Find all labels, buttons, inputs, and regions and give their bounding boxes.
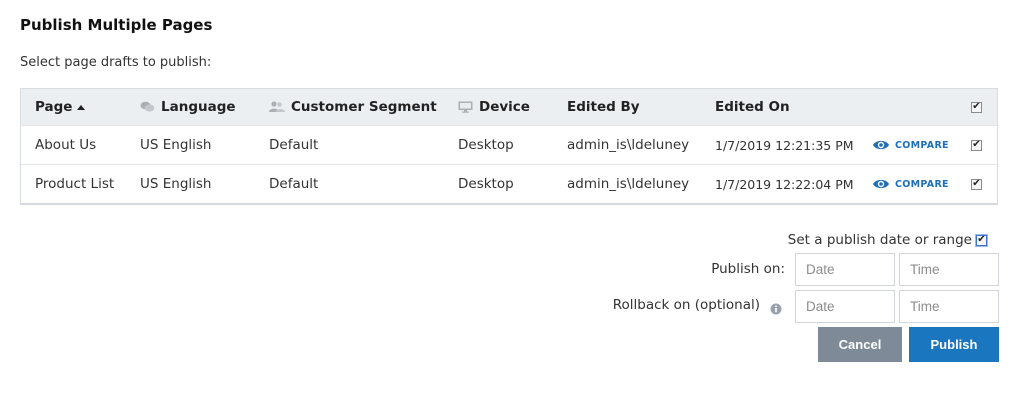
- cell-edited-by: admin_is\ldeluney: [567, 176, 690, 192]
- header-segment-label: Customer Segment: [291, 99, 437, 115]
- rollback-time-input[interactable]: [899, 290, 999, 323]
- row-select-cell: ✔: [971, 165, 982, 203]
- row-select-checkbox[interactable]: ✔: [971, 178, 982, 190]
- header-segment: Customer Segment: [269, 89, 437, 125]
- cell-page: Product List: [35, 176, 115, 192]
- cell-page: About Us: [35, 137, 97, 153]
- row-select-checkbox[interactable]: ✔: [971, 139, 982, 151]
- publish-range-toggle: Set a publish date or range ✔: [788, 232, 987, 248]
- header-page-label: Page: [35, 99, 73, 115]
- chat-bubbles-icon: [140, 101, 155, 113]
- info-icon[interactable]: [770, 300, 782, 319]
- cancel-button[interactable]: Cancel: [818, 327, 902, 362]
- rollback-date-input[interactable]: [795, 290, 895, 323]
- cell-segment: Default: [269, 137, 319, 153]
- compare-link[interactable]: COMPARE: [872, 126, 949, 164]
- compare-button[interactable]: COMPARE: [872, 139, 949, 151]
- header-device-label: Device: [479, 99, 530, 115]
- header-language: Language: [140, 89, 236, 125]
- select-all-checkbox[interactable]: ✔: [971, 101, 982, 113]
- cell-device: Desktop: [458, 176, 514, 192]
- publish-range-checkbox[interactable]: ✔: [976, 234, 987, 246]
- cell-language: US English: [140, 137, 212, 153]
- publish-date-input[interactable]: [795, 253, 895, 286]
- publish-time-input[interactable]: [899, 253, 999, 286]
- cell-device: Desktop: [458, 137, 514, 153]
- cell-edited-by: admin_is\ldeluney: [567, 137, 690, 153]
- cell-edited-on: 1/7/2019 12:21:35 PM: [715, 137, 854, 153]
- users-icon: [269, 101, 285, 113]
- dialog-subtitle: Select page drafts to publish:: [20, 55, 212, 70]
- table-row: About Us US English Default Desktop admi…: [21, 125, 997, 164]
- sort-ascending-icon: [77, 104, 86, 110]
- table-row: Product List US English Default Desktop …: [21, 164, 997, 203]
- cell-edited-on: 1/7/2019 12:22:04 PM: [715, 176, 854, 192]
- compare-label: COMPARE: [895, 178, 949, 190]
- table-header: Page Language Customer Segment Device Ed…: [21, 89, 997, 125]
- monitor-icon: [458, 101, 473, 113]
- header-page[interactable]: Page: [35, 89, 86, 125]
- publish-on-label: Publish on:: [711, 261, 785, 277]
- header-edited-by: Edited By: [567, 99, 640, 115]
- cell-segment: Default: [269, 176, 319, 192]
- header-edited-on: Edited On: [715, 99, 790, 115]
- publish-range-label: Set a publish date or range: [787, 232, 972, 248]
- rollback-on-label: Rollback on (optional): [612, 297, 760, 313]
- header-language-label: Language: [161, 99, 236, 115]
- row-select-cell: ✔: [971, 126, 982, 164]
- drafts-table: Page Language Customer Segment Device Ed…: [20, 88, 998, 205]
- header-device: Device: [458, 89, 530, 125]
- compare-button[interactable]: COMPARE: [872, 178, 949, 190]
- dialog-title: Publish Multiple Pages: [20, 16, 213, 34]
- publish-button[interactable]: Publish: [909, 327, 999, 362]
- select-all-cell: ✔: [971, 89, 982, 125]
- compare-link[interactable]: COMPARE: [872, 165, 949, 203]
- compare-label: COMPARE: [895, 139, 949, 151]
- eye-icon: [873, 179, 889, 189]
- cell-language: US English: [140, 176, 212, 192]
- eye-icon: [873, 140, 889, 150]
